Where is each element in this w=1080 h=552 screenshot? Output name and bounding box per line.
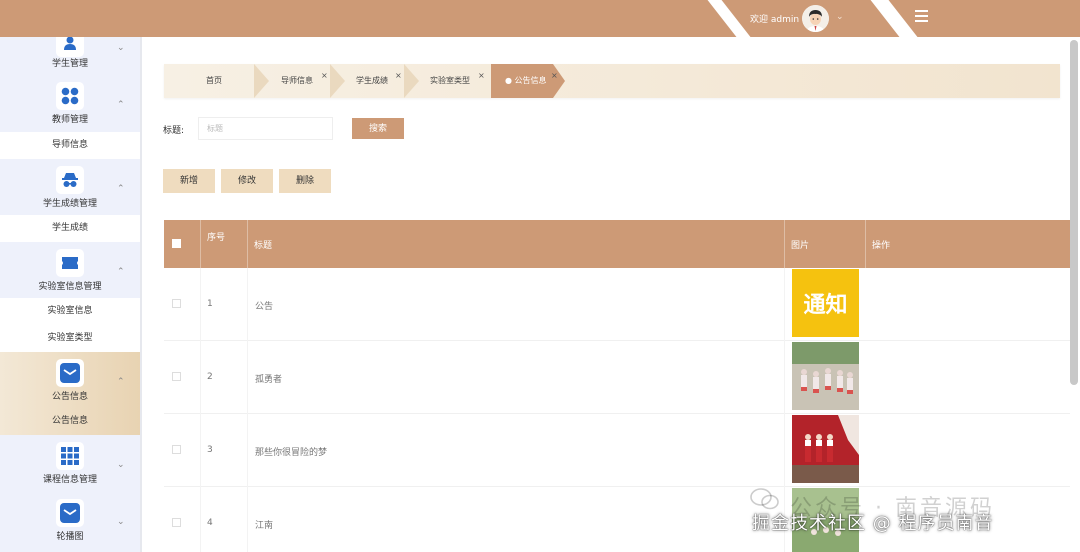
row-index: 4 — [207, 518, 213, 528]
close-icon[interactable]: × — [478, 71, 485, 80]
row-checkbox[interactable] — [172, 518, 181, 527]
row-checkbox[interactable] — [172, 372, 181, 381]
sidebar-item-lab[interactable]: 实验室信息管理 ⌃ — [0, 242, 140, 298]
juejin-watermark: 掘金技术社区 @ 程序员南音 — [752, 513, 994, 534]
add-button[interactable]: 新增 — [163, 169, 215, 193]
grid-squares-icon — [56, 442, 84, 470]
header-index: 序号 — [201, 220, 248, 268]
row-title: 江南 — [255, 521, 274, 531]
header-stripe — [707, 0, 751, 37]
mail-icon — [56, 499, 84, 527]
tab-label: 公告信息 — [514, 76, 547, 85]
chevron-up-icon: ⌃ — [117, 267, 125, 277]
tab-lab-type[interactable]: 实验室类型 — [430, 64, 470, 98]
row-index: 3 — [207, 445, 213, 455]
close-icon[interactable]: × — [321, 71, 328, 80]
sidebar: 学生管理 ⌄ 教师管理 ⌃ 导师信息 学生成绩管理 ⌃ 学生成绩 实验室信息管理… — [0, 37, 142, 552]
chevron-up-icon: ⌃ — [117, 184, 125, 194]
hamburger-menu-icon[interactable] — [915, 10, 928, 22]
header-checkbox-cell — [164, 220, 201, 268]
header-title: 标题 — [248, 220, 785, 268]
edit-button[interactable]: 修改 — [221, 169, 273, 193]
search-button[interactable]: 搜索 — [352, 118, 404, 139]
breadcrumb-separator — [553, 64, 565, 98]
chevron-down-icon: ⌄ — [117, 517, 125, 527]
welcome-text: 欢迎 admin — [750, 15, 800, 25]
user-avatar-icon[interactable] — [802, 5, 829, 32]
wechat-icon — [750, 488, 779, 510]
tab-tutor[interactable]: 导师信息 — [281, 64, 313, 98]
grid-circles-icon — [56, 82, 84, 110]
page-scrollbar[interactable] — [1070, 40, 1078, 385]
sidebar-item-label: 轮播图 — [56, 532, 84, 542]
sidebar-item-label: 公告信息 — [51, 392, 88, 402]
tab-home[interactable]: 首页 — [206, 64, 222, 98]
spy-icon — [56, 166, 84, 194]
sidebar-item-student[interactable]: 学生管理 ⌄ — [0, 37, 140, 74]
sidebar-subitem-lab-type[interactable]: 实验室类型 — [0, 325, 140, 352]
row-title: 孤勇者 — [255, 375, 283, 385]
sidebar-subitem-score[interactable]: 学生成绩 — [0, 215, 140, 242]
sidebar-item-label: 教师管理 — [51, 115, 88, 125]
sidebar-item-teacher[interactable]: 教师管理 ⌃ — [0, 74, 140, 132]
delete-button[interactable]: 删除 — [279, 169, 331, 193]
chevron-down-icon[interactable]: ⌄ — [836, 12, 844, 22]
row-title: 公告 — [255, 302, 274, 312]
row-checkbox[interactable] — [172, 445, 181, 454]
sidebar-item-label: 实验室信息管理 — [38, 282, 102, 292]
table-header: 序号 标题 图片 操作 — [164, 220, 1070, 268]
sidebar-item-course[interactable]: 课程信息管理 ⌄ — [0, 435, 140, 491]
sidebar-item-label: 课程信息管理 — [42, 475, 97, 485]
sidebar-subitem-tutor[interactable]: 导师信息 — [0, 132, 140, 159]
sidebar-item-label: 学生管理 — [51, 59, 88, 69]
chevron-down-icon: ⌄ — [117, 43, 125, 53]
breadcrumb: 首页 导师信息 × 学生成绩 × 实验室类型 × ● 公告信息 × — [164, 64, 1060, 98]
close-icon[interactable]: × — [395, 71, 402, 80]
row-title: 那些你很冒险的梦 — [255, 448, 328, 458]
search-input[interactable] — [198, 117, 333, 140]
sidebar-subitem-notice[interactable]: 公告信息 — [0, 408, 140, 435]
ticket-icon — [56, 249, 84, 277]
chevron-up-icon: ⌃ — [117, 100, 125, 110]
sidebar-subitem-lab-info[interactable]: 实验室信息 — [0, 298, 140, 325]
stage-photo[interactable] — [792, 415, 859, 483]
header-ops: 操作 — [872, 241, 891, 251]
row-index: 1 — [207, 299, 213, 309]
mail-icon — [56, 359, 84, 387]
tab-score[interactable]: 学生成绩 — [356, 64, 388, 98]
breadcrumb-separator — [404, 64, 419, 98]
header-image: 图片 — [785, 220, 866, 268]
notice-image[interactable]: 通知 — [792, 269, 859, 337]
student-icon — [56, 37, 84, 57]
sidebar-item-notice[interactable]: 公告信息 ⌃ — [0, 352, 140, 408]
select-all-checkbox[interactable] — [172, 239, 181, 248]
top-bar: 欢迎 admin ⌄ — [0, 0, 1080, 37]
table-row[interactable]: 1 公告 通知 — [164, 268, 1070, 341]
chevron-down-icon: ⌄ — [117, 460, 125, 470]
breadcrumb-separator — [254, 64, 269, 98]
tab-notice-active[interactable]: ● 公告信息 — [491, 64, 553, 98]
row-index: 2 — [207, 372, 213, 382]
search-label: 标题: — [163, 126, 185, 136]
sidebar-item-label: 学生成绩管理 — [42, 199, 97, 209]
chevron-up-icon: ⌃ — [117, 377, 125, 387]
svg-text:通知: 通知 — [803, 292, 847, 318]
group-dance-photo[interactable] — [792, 342, 859, 410]
table-row[interactable]: 2 孤勇者 — [164, 341, 1070, 414]
close-icon[interactable]: × — [551, 71, 558, 80]
sidebar-item-carousel[interactable]: 轮播图 ⌄ — [0, 491, 140, 552]
row-checkbox[interactable] — [172, 299, 181, 308]
table-row[interactable]: 3 那些你很冒险的梦 — [164, 414, 1070, 487]
sidebar-item-score[interactable]: 学生成绩管理 ⌃ — [0, 159, 140, 215]
breadcrumb-separator — [330, 64, 345, 98]
